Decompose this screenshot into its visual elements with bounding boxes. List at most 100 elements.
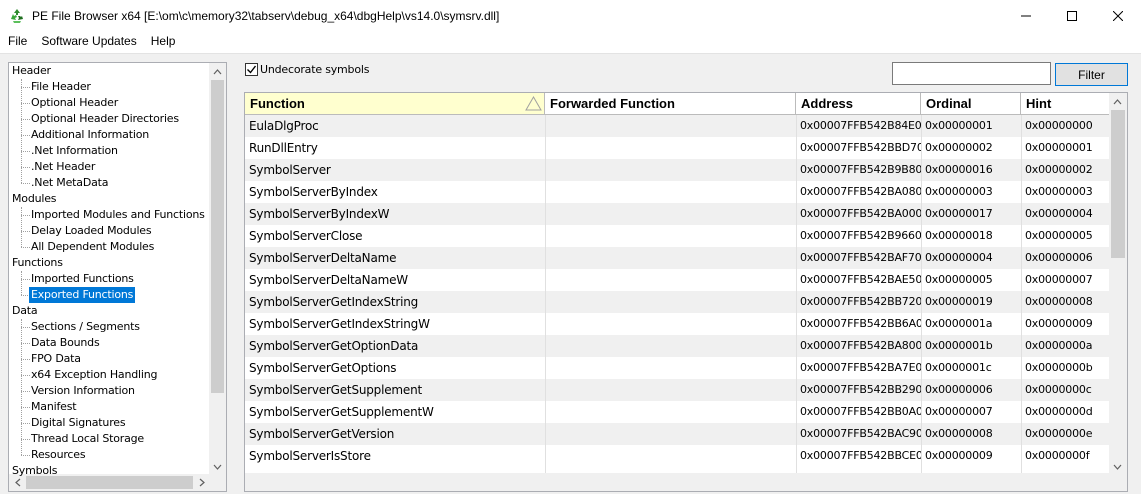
- table-row[interactable]: SymbolServerGetOptionData 0x00007FFB542BA…: [245, 335, 1110, 357]
- table-row[interactable]: SymbolServerGetSupplement 0x00007FFB542BB…: [245, 379, 1110, 401]
- cell-forwarded: [545, 423, 796, 445]
- table-row[interactable]: SymbolServerGetVersion 0x00007FFB542BAC90…: [245, 423, 1110, 445]
- tree-scroll-thumb[interactable]: [211, 80, 224, 393]
- cell-function: SymbolServerGetSupplementW: [249, 405, 434, 419]
- scroll-down-icon[interactable]: [209, 458, 226, 475]
- table-row[interactable]: RunDllEntry 0x00007FFB542BBD70 0x00000002 0…: [245, 137, 1110, 159]
- column-header-address[interactable]: Address: [796, 93, 921, 115]
- table-row[interactable]: SymbolServerGetOptions 0x00007FFB542BA7E0…: [245, 357, 1110, 379]
- table-row[interactable]: SymbolServerGetSupplementW 0x00007FFB542B…: [245, 401, 1110, 423]
- cell-address: 0x00007FFB542BBCE0: [800, 449, 921, 462]
- tree-item[interactable]: Manifest: [31, 399, 77, 415]
- tree-item[interactable]: Modules: [12, 191, 57, 207]
- tree-item[interactable]: Symbols: [12, 463, 58, 479]
- minimize-button[interactable]: [1003, 0, 1049, 31]
- menu-file[interactable]: File: [0, 31, 34, 51]
- cell-function: SymbolServerDeltaNameW: [249, 273, 408, 287]
- tree-item[interactable]: Delay Loaded Modules: [31, 223, 152, 239]
- table-row[interactable]: SymbolServerGetIndexStringW 0x00007FFB542…: [245, 313, 1110, 335]
- tree-item[interactable]: Resources: [31, 447, 86, 463]
- column-header-ordinal[interactable]: Ordinal: [921, 93, 1021, 115]
- close-button[interactable]: [1095, 0, 1141, 31]
- tree-item[interactable]: .Net Information: [31, 143, 118, 159]
- tree-connector: [21, 455, 30, 456]
- cell-function: SymbolServerByIndex: [249, 185, 378, 199]
- table-row[interactable]: SymbolServerByIndex 0x00007FFB542BA080 0x0…: [245, 181, 1110, 203]
- maximize-button[interactable]: [1049, 0, 1095, 31]
- tree-item[interactable]: Imported Modules and Functions: [31, 207, 205, 223]
- tree-item[interactable]: .Net MetaData: [31, 175, 108, 191]
- tree-vertical-scrollbar[interactable]: [209, 63, 226, 475]
- table-row[interactable]: SymbolServer 0x00007FFB542B9B80 0x00000016…: [245, 159, 1110, 181]
- cell-function: SymbolServerGetOptions: [249, 361, 397, 375]
- table-row[interactable]: SymbolServerIsStore 0x00007FFB542BBCE0 0x0…: [245, 445, 1110, 467]
- column-header-function[interactable]: Function: [245, 93, 545, 115]
- title-bar: PE File Browser x64 [E:\om\c\memory32\ta…: [0, 0, 1141, 31]
- tree-connector: [21, 103, 30, 104]
- tree-item[interactable]: Sections / Segments: [31, 319, 140, 335]
- filter-button[interactable]: Filter: [1055, 63, 1128, 86]
- tree-item[interactable]: Imported Functions: [31, 271, 134, 287]
- table-row[interactable]: EulaDlgProc 0x00007FFB542B84E0 0x00000001 0…: [245, 115, 1110, 137]
- tree-item[interactable]: x64 Exception Handling: [31, 367, 157, 383]
- cell-address: 0x00007FFB542BAC90: [800, 427, 921, 440]
- cell-ordinal: 0x00000006: [925, 383, 993, 396]
- table-row[interactable]: SymbolServerByIndexW 0x00007FFB542BA000 0x…: [245, 203, 1110, 225]
- table-row[interactable]: SymbolServerDeltaName 0x00007FFB542BAF70 0…: [245, 247, 1110, 269]
- tree-item[interactable]: Optional Header: [31, 95, 118, 111]
- tree-item[interactable]: Header: [12, 63, 51, 79]
- tree-connector: [21, 423, 30, 424]
- tree-item[interactable]: Version Information: [31, 383, 135, 399]
- cell-hint: 0x00000008: [1025, 295, 1093, 308]
- navigation-tree[interactable]: Header File Header Optional Header Optional…: [8, 62, 227, 492]
- grid-vertical-scrollbar[interactable]: [1109, 93, 1127, 475]
- tree-item[interactable]: Data: [12, 303, 38, 319]
- tree-item[interactable]: Data Bounds: [31, 335, 100, 351]
- cell-hint: 0x0000000a: [1025, 339, 1093, 352]
- tree-item[interactable]: FPO Data: [31, 351, 81, 367]
- tree-item[interactable]: Exported Functions: [29, 287, 136, 303]
- menu-software-updates[interactable]: Software Updates: [34, 31, 143, 51]
- scroll-right-icon[interactable]: [193, 474, 210, 491]
- cell-ordinal: 0x0000001b: [925, 339, 993, 352]
- tree-item[interactable]: .Net Header: [31, 159, 95, 175]
- menu-help[interactable]: Help: [144, 31, 183, 51]
- cell-hint: 0x00000003: [1025, 185, 1093, 198]
- filter-input[interactable]: [892, 62, 1051, 85]
- column-header-label: Hint: [1026, 96, 1052, 111]
- table-row[interactable]: SymbolServerGetIndexString 0x00007FFB542B…: [245, 291, 1110, 313]
- tree-item[interactable]: Digital Signatures: [31, 415, 126, 431]
- maximize-icon: [1067, 10, 1077, 21]
- table-row[interactable]: SymbolServerClose 0x00007FFB542B9660 0x000…: [245, 225, 1110, 247]
- cell-function: SymbolServerIsStore: [249, 449, 371, 463]
- cell-ordinal: 0x00000019: [925, 295, 993, 308]
- tree-guide: [21, 319, 22, 455]
- exports-grid[interactable]: Function Forwarded Function Address Ordi…: [244, 92, 1128, 492]
- tree-item[interactable]: Functions: [12, 255, 63, 271]
- column-header-forwarded[interactable]: Forwarded Function: [545, 93, 796, 115]
- cell-address: 0x00007FFB542B9660: [800, 229, 921, 242]
- tree-item[interactable]: All Dependent Modules: [31, 239, 154, 255]
- tree-item[interactable]: Thread Local Storage: [31, 431, 144, 447]
- cell-function: SymbolServerGetSupplement: [249, 383, 422, 397]
- scroll-up-icon[interactable]: [209, 63, 226, 80]
- undecorate-checkbox-row[interactable]: Undecorate symbols: [245, 63, 369, 76]
- grid-scroll-thumb[interactable]: [1111, 110, 1125, 258]
- tree-item[interactable]: Optional Header Directories: [31, 111, 179, 127]
- column-header-hint[interactable]: Hint: [1021, 93, 1110, 115]
- tree-connector: [21, 215, 30, 216]
- undecorate-checkbox[interactable]: [245, 63, 258, 76]
- cell-forwarded: [545, 159, 796, 181]
- table-row[interactable]: SymbolServerDeltaNameW 0x00007FFB542BAE50…: [245, 269, 1110, 291]
- grid-horizontal-scrollbar[interactable]: [245, 473, 1109, 491]
- tree-item[interactable]: File Header: [31, 79, 91, 95]
- cell-function: SymbolServerGetIndexString: [249, 295, 419, 309]
- cell-hint: 0x0000000b: [1025, 361, 1093, 374]
- cell-forwarded: [545, 247, 796, 269]
- tree-connector: [21, 343, 30, 344]
- cell-hint: 0x00000000: [1025, 119, 1093, 132]
- cell-ordinal: 0x00000017: [925, 207, 993, 220]
- tree-item[interactable]: Additional Information: [31, 127, 149, 143]
- scroll-up-icon[interactable]: [1109, 93, 1126, 110]
- cell-address: 0x00007FFB542BA800: [800, 339, 921, 352]
